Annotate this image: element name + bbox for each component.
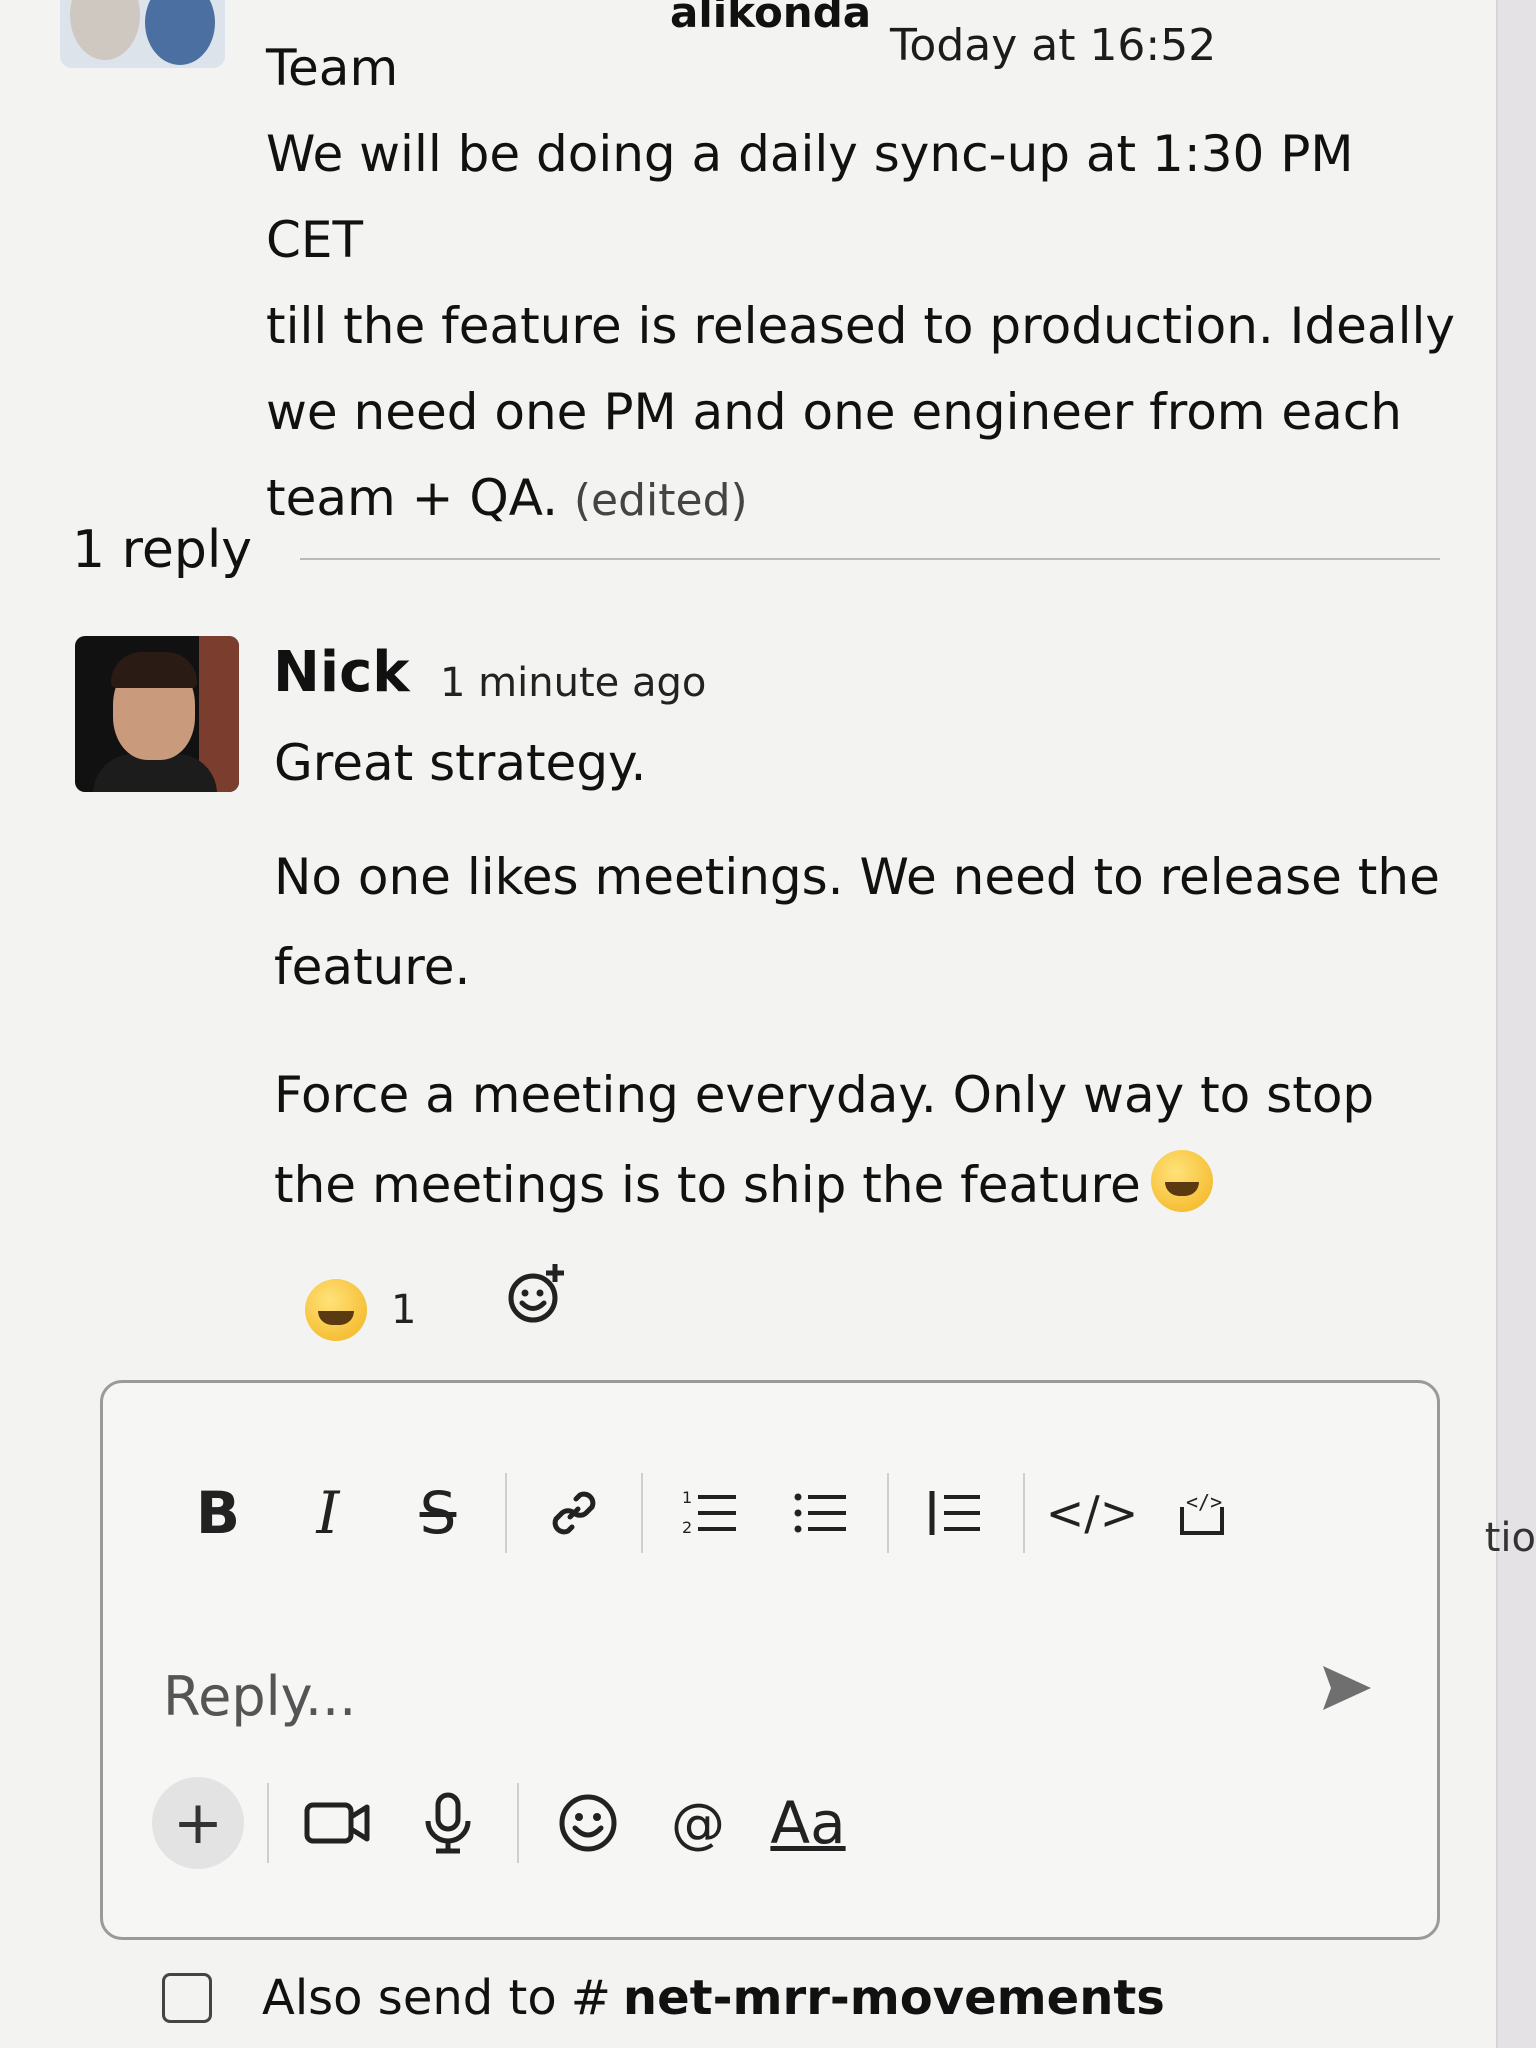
bulleted-list-icon xyxy=(794,1493,846,1533)
edited-label: (edited) xyxy=(573,475,748,526)
toolbar-divider xyxy=(505,1473,507,1553)
svg-text:</>: </> xyxy=(1186,1490,1222,1514)
send-icon[interactable] xyxy=(1317,1658,1377,1718)
smiley-icon xyxy=(559,1794,617,1852)
channel-hash-icon: # xyxy=(570,1970,611,2026)
strikethrough-icon: S xyxy=(419,1479,457,1547)
composer-divider xyxy=(267,1783,269,1863)
attach-button[interactable]: + xyxy=(143,1768,253,1878)
add-reaction-icon[interactable] xyxy=(505,1262,569,1326)
audio-clip-button[interactable] xyxy=(393,1768,503,1878)
parent-author-avatar[interactable] xyxy=(60,0,225,68)
italic-icon: I xyxy=(316,1479,340,1547)
parent-line: Team xyxy=(266,39,399,97)
reply-timestamp[interactable]: 1 minute ago xyxy=(440,660,706,706)
also-send-label: Also send to xyxy=(262,1970,557,2026)
reply-paragraph: Great strategy. xyxy=(274,734,647,792)
mention-button[interactable]: @ xyxy=(643,1768,753,1878)
also-send-option[interactable]: Also send to # net-mrr-movements xyxy=(162,1970,1165,2026)
reply-paragraph-with-emoji: Force a meeting everyday. Only way to st… xyxy=(274,1050,1454,1230)
composer-divider xyxy=(517,1783,519,1863)
reaction-count: 1 xyxy=(391,1287,417,1333)
blockquote-button[interactable] xyxy=(901,1463,1011,1563)
parent-line: we need one PM and one engineer from eac… xyxy=(266,383,1402,441)
ordered-list-icon: 1 2 xyxy=(682,1488,736,1537)
link-button[interactable] xyxy=(519,1463,629,1563)
at-sign-icon: @ xyxy=(671,1791,725,1855)
link-icon xyxy=(552,1491,596,1535)
reply-message-body: Great strategy. No one likes meetings. W… xyxy=(274,728,1454,1268)
microphone-icon xyxy=(425,1792,471,1854)
adjacent-panel-text: tio xyxy=(1484,1515,1536,1561)
reply-paragraph: No one likes meetings. We need to releas… xyxy=(274,848,1440,996)
code-icon: </> xyxy=(1045,1486,1139,1540)
grinning-sweat-emoji-icon xyxy=(1150,1150,1213,1212)
code-block-icon: </> xyxy=(1180,1490,1224,1535)
formatting-toolbar: B I S 1 2 </> </> xyxy=(163,1463,1377,1563)
thread-divider xyxy=(300,558,1440,560)
video-clip-button[interactable] xyxy=(283,1768,393,1878)
video-camera-icon xyxy=(304,1802,370,1844)
svg-text:1: 1 xyxy=(682,1488,692,1507)
toolbar-divider xyxy=(641,1473,643,1553)
ordered-list-button[interactable]: 1 2 xyxy=(655,1463,765,1563)
thread-reply-count: 1 reply xyxy=(72,520,253,580)
adjacent-panel xyxy=(1496,0,1536,2048)
parent-message-text: Team We will be doing a daily sync-up at… xyxy=(266,25,1466,544)
toolbar-divider xyxy=(1023,1473,1025,1553)
parent-line-last: team + QA. (edited) xyxy=(266,455,1466,544)
bold-icon: B xyxy=(195,1479,241,1547)
toolbar-divider xyxy=(887,1473,889,1553)
also-send-checkbox[interactable] xyxy=(162,1973,212,2023)
code-block-button[interactable]: </> xyxy=(1147,1463,1257,1563)
parent-line: till the feature is released to producti… xyxy=(266,297,1455,355)
reply-composer: B I S 1 2 </> </> Reply... + @ Aa xyxy=(100,1380,1440,1940)
parent-line: team + QA. xyxy=(266,469,558,527)
text-format-icon: Aa xyxy=(770,1789,846,1857)
formatting-toggle-button[interactable]: Aa xyxy=(753,1768,863,1878)
bulleted-list-button[interactable] xyxy=(765,1463,875,1563)
code-button[interactable]: </> xyxy=(1037,1463,1147,1563)
strikethrough-button[interactable]: S xyxy=(383,1463,493,1563)
also-send-channel[interactable]: net-mrr-movements xyxy=(623,1970,1165,2026)
composer-actions: + @ Aa xyxy=(143,1763,1397,1883)
reaction-pill[interactable]: 1 xyxy=(305,1275,416,1345)
parent-line: We will be doing a daily sync-up at 1:30… xyxy=(266,125,1354,269)
reply-input[interactable]: Reply... xyxy=(163,1665,356,1728)
svg-text:2: 2 xyxy=(682,1518,692,1537)
italic-button[interactable]: I xyxy=(273,1463,383,1563)
reply-author-avatar[interactable] xyxy=(75,636,239,792)
blockquote-icon xyxy=(929,1491,980,1535)
grinning-face-emoji-icon xyxy=(305,1279,367,1341)
plus-icon: + xyxy=(152,1777,244,1869)
reply-author-name[interactable]: Nick xyxy=(273,640,410,705)
bold-button[interactable]: B xyxy=(163,1463,273,1563)
emoji-button[interactable] xyxy=(533,1768,643,1878)
